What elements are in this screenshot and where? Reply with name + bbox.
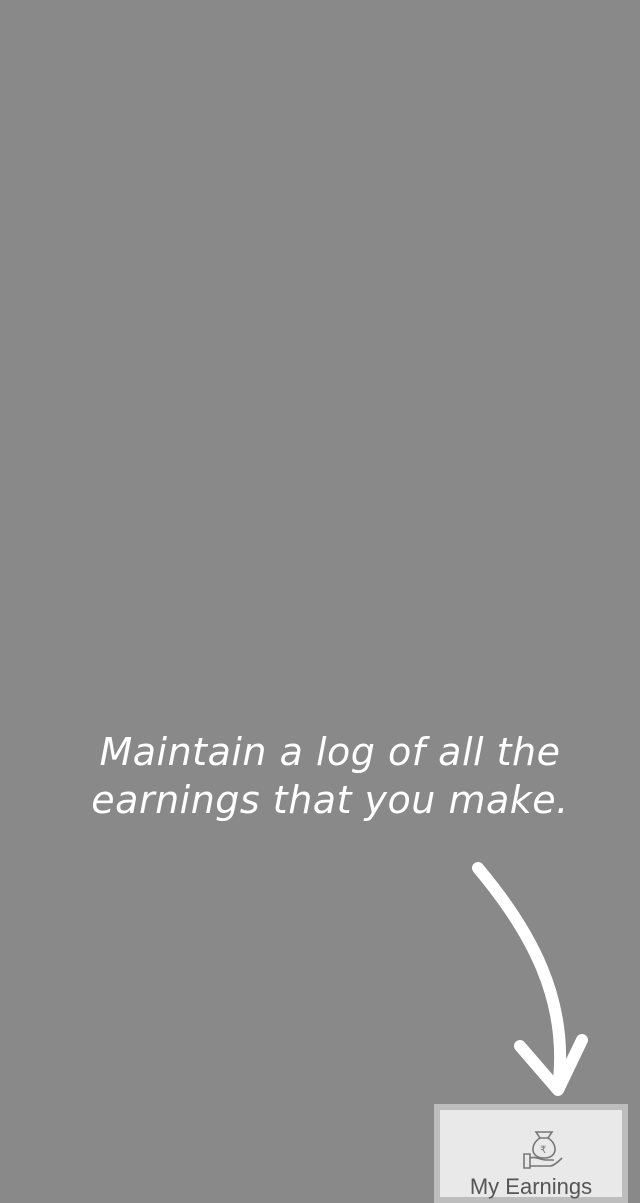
my-earnings-label: My Earnings — [469, 1174, 593, 1199]
money-bag-hand-icon: ₹ — [523, 1131, 563, 1169]
highlighted-nav-item-frame: ₹ My Earnings — [434, 1104, 628, 1203]
pointer-arrow-icon — [472, 862, 588, 1096]
svg-text:₹: ₹ — [540, 1145, 546, 1156]
coachmark-message: Maintain a log of all the earnings that … — [91, 730, 569, 822]
my-earnings-nav-button[interactable]: ₹ My Earnings — [446, 1116, 616, 1199]
